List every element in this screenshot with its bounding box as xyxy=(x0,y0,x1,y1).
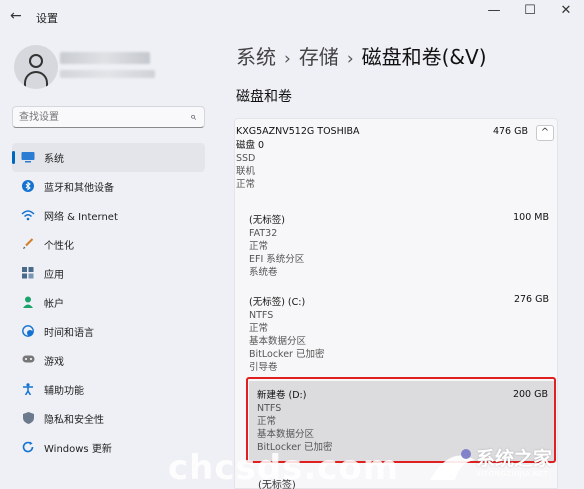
profile-section[interactable] xyxy=(14,45,58,89)
app-title: 设置 xyxy=(36,12,58,25)
brush-icon xyxy=(21,237,35,252)
search-input[interactable] xyxy=(19,109,179,125)
disk-status-online: 联机 xyxy=(236,166,256,177)
sidebar-item-apps[interactable]: 应用 xyxy=(12,259,212,288)
chevron-right-icon: › xyxy=(346,49,354,69)
sidebar-item-label: 应用 xyxy=(44,270,64,281)
maximize-button[interactable]: ☐ xyxy=(512,0,548,26)
sidebar-item-label: Windows 更新 xyxy=(44,444,112,455)
disk-header[interactable]: KXG5AZNV512G TOSHIBA 476 GB ^ 磁盘 0 SSD 联… xyxy=(236,125,556,191)
minimize-button[interactable]: — xyxy=(476,0,512,26)
breadcrumb-storage[interactable]: 存储 xyxy=(299,45,339,69)
watermark-url: chcsds.com xyxy=(168,448,400,488)
partition-name: (无标签) xyxy=(249,215,285,226)
window-controls: — ☐ ✕ xyxy=(476,0,584,26)
partition-size: 100 MB xyxy=(513,212,549,223)
watermark-brand: 系统之家 xyxy=(476,448,553,470)
search-icon[interactable]: ⌕ xyxy=(190,110,196,124)
disk-label: 磁盘 0 xyxy=(236,140,265,151)
partition-c[interactable]: (无标签) (C:) 276 GB NTFS 正常 基本数据分区 BitLock… xyxy=(249,294,555,374)
sidebar-item-label: 个性化 xyxy=(44,241,74,252)
sidebar-item-label: 帐户 xyxy=(44,299,64,310)
avatar[interactable] xyxy=(14,45,58,89)
sidebar-item-label: 游戏 xyxy=(44,357,64,368)
person-icon xyxy=(21,296,35,310)
accessibility-icon xyxy=(21,382,35,397)
back-arrow-icon[interactable]: ← xyxy=(10,8,26,24)
partition-type: 基本数据分区 xyxy=(249,336,307,347)
disk-type: SSD xyxy=(236,153,256,164)
sidebar-item-time-language[interactable]: 时间和语言 xyxy=(12,317,212,346)
breadcrumb-system[interactable]: 系统 xyxy=(236,45,276,69)
partition-efi[interactable]: (无标签) 100 MB FAT32 正常 EFI 系统分区 系统卷 xyxy=(249,212,555,279)
page-title: 磁盘和卷(&V) xyxy=(361,45,487,69)
monitor-icon xyxy=(21,151,35,165)
sidebar-nav: 系统 蓝牙和其他设备 网络 & Internet 个性化 应用 帐户 时间和语言… xyxy=(12,143,212,462)
sidebar-item-label: 蓝牙和其他设备 xyxy=(44,183,114,194)
sidebar-item-accounts[interactable]: 帐户 xyxy=(12,288,212,317)
sidebar-item-privacy-security[interactable]: 隐私和安全性 xyxy=(12,404,212,433)
sidebar-item-label: 时间和语言 xyxy=(44,328,94,339)
close-button[interactable]: ✕ xyxy=(548,0,584,26)
partition-details: FAT32 正常 EFI 系统分区 系统卷 xyxy=(249,227,555,279)
avatar-head-icon xyxy=(29,54,43,68)
search-box[interactable]: ⌕ xyxy=(12,106,205,128)
blurred-email xyxy=(60,70,155,78)
disk-details: 磁盘 0 SSD 联机 正常 xyxy=(236,139,556,191)
sidebar-item-personalization[interactable]: 个性化 xyxy=(12,230,212,259)
shield-icon xyxy=(21,411,35,426)
partition-filesystem: FAT32 xyxy=(249,228,278,239)
sidebar-item-system[interactable]: 系统 xyxy=(12,143,205,172)
chevron-right-icon: › xyxy=(284,49,291,69)
chevron-up-icon[interactable]: ^ xyxy=(536,125,554,141)
title-bar: ← 设置 — ☐ ✕ xyxy=(0,0,584,34)
wifi-icon xyxy=(21,209,35,223)
sidebar-item-label: 辅助功能 xyxy=(44,386,84,397)
sidebar-item-label: 系统 xyxy=(44,154,64,165)
partition-status: 正常 xyxy=(249,323,269,334)
sidebar-item-accessibility[interactable]: 辅助功能 xyxy=(12,375,212,404)
sidebar-item-label: 网络 & Internet xyxy=(44,212,118,223)
partition-filesystem: NTFS xyxy=(249,310,274,321)
avatar-body-icon xyxy=(24,71,48,87)
sidebar-item-gaming[interactable]: 游戏 xyxy=(12,346,212,375)
bluetooth-icon xyxy=(21,179,35,194)
partition-role: 系统卷 xyxy=(249,267,278,278)
partition-details: NTFS 正常 基本数据分区 BitLocker 已加密 引导卷 xyxy=(249,309,555,374)
blurred-username xyxy=(60,52,150,64)
globe-clock-icon xyxy=(21,324,35,339)
breadcrumb: 系统 › 存储 › 磁盘和卷(&V) xyxy=(236,41,487,70)
partition-name: (无标签) (C:) xyxy=(249,297,306,308)
sidebar-item-label: 隐私和安全性 xyxy=(44,415,104,426)
partition-encryption: BitLocker 已加密 xyxy=(249,349,325,360)
partition-type: EFI 系统分区 xyxy=(249,254,305,265)
sidebar-item-network[interactable]: 网络 & Internet xyxy=(12,201,212,230)
update-icon xyxy=(21,441,35,455)
partition-size: 276 GB xyxy=(513,294,549,305)
disk-status-health: 正常 xyxy=(236,179,256,190)
gamepad-icon xyxy=(21,354,35,368)
partition-status: 正常 xyxy=(249,241,269,252)
watermark-brand-en: XITONGZHIJIA.NET xyxy=(476,470,549,478)
apps-icon xyxy=(21,266,35,281)
disk-size: 476 GB xyxy=(492,126,528,137)
sidebar-item-bluetooth[interactable]: 蓝牙和其他设备 xyxy=(12,172,212,201)
partition-role: 引导卷 xyxy=(249,362,278,373)
section-title: 磁盘和卷 xyxy=(236,89,292,105)
